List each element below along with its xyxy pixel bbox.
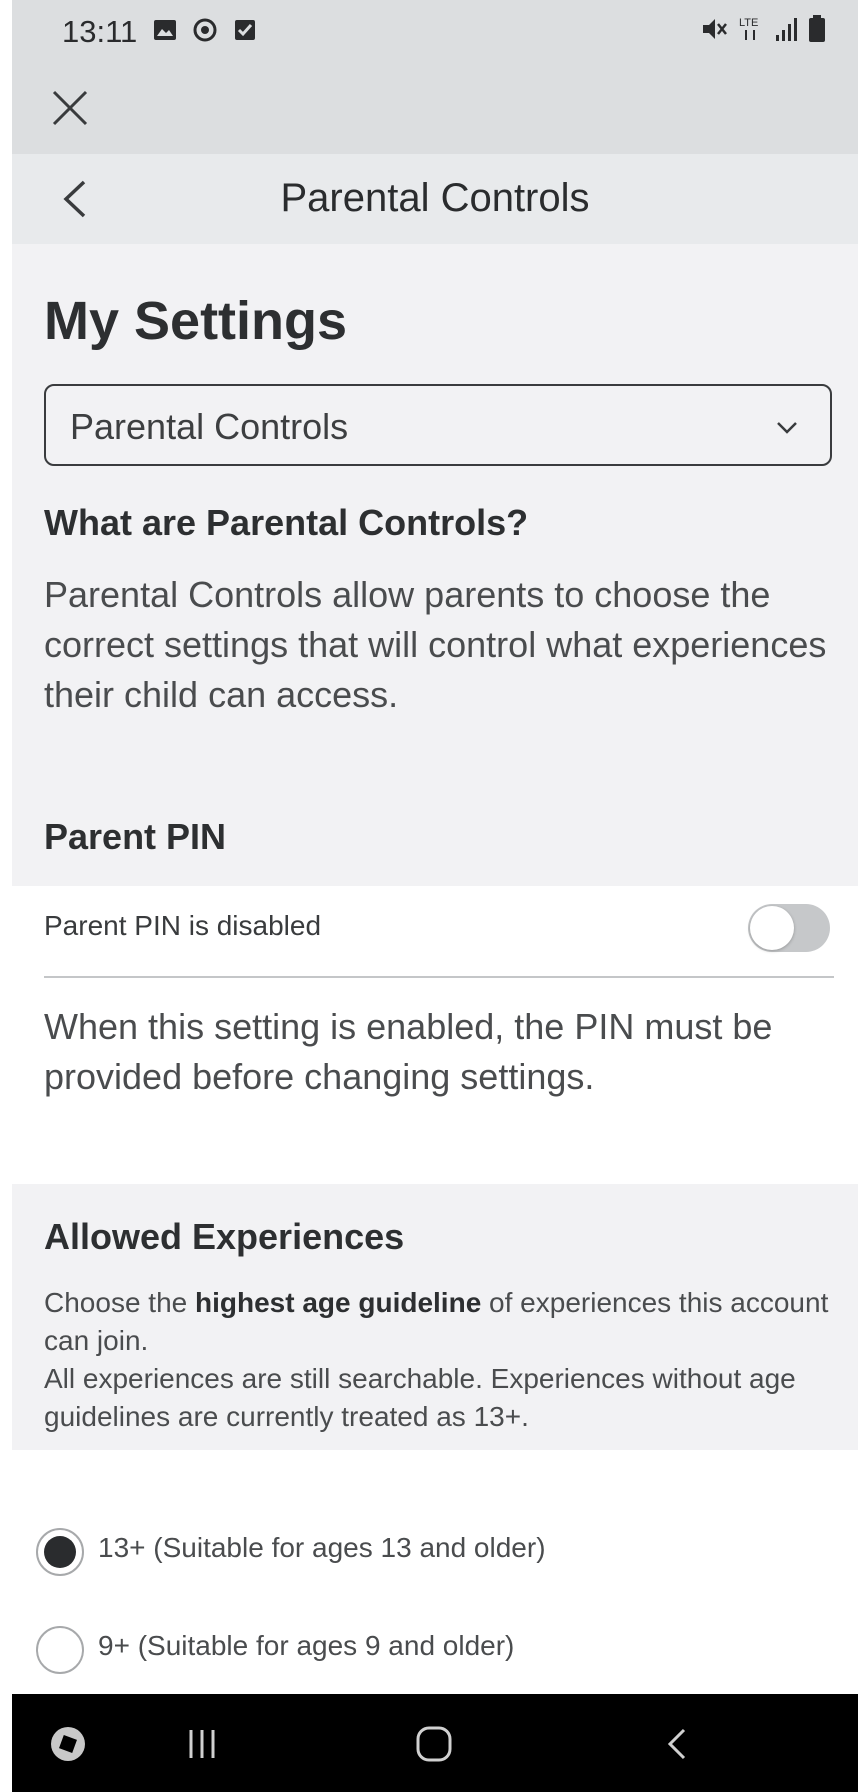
- page-title: My Settings: [44, 291, 348, 351]
- age-option-label: 13+ (Suitable for ages 13 and older): [98, 1532, 546, 1563]
- radio-selected[interactable]: [36, 1528, 84, 1576]
- image-icon: [154, 20, 176, 40]
- allowed-experiences-section: Allowed Experiences Choose the highest a…: [12, 1184, 858, 1450]
- sync-icon: [193, 18, 217, 42]
- parent-pin-label: Parent PIN is disabled: [44, 910, 322, 941]
- settings-intro-section: My Settings Parental Controls What are P…: [12, 244, 858, 886]
- battery-icon: [809, 15, 825, 42]
- age-option-9-plus[interactable]: 9+ (Suitable for ages 9 and older): [36, 1620, 826, 1680]
- recents-icon[interactable]: [180, 1722, 224, 1766]
- webview-toolbar: [12, 62, 858, 154]
- age-option-label: 9+ (Suitable for ages 9 and older): [98, 1630, 515, 1661]
- settings-category-select[interactable]: Parental Controls: [44, 384, 832, 466]
- desc-line2: All experiences are still searchable. Ex…: [44, 1363, 796, 1432]
- mute-icon: [703, 19, 727, 39]
- allowed-experiences-description: Choose the highest age guideline of expe…: [44, 1284, 834, 1436]
- status-bar: 13:11 LTE: [12, 0, 858, 62]
- home-icon[interactable]: [412, 1722, 456, 1766]
- age-options-list: 13+ (Suitable for ages 13 and older) 9+ …: [12, 1450, 858, 1694]
- header-title: Parental Controls: [280, 176, 590, 220]
- system-nav-bar: [12, 1694, 858, 1792]
- parent-pin-heading: Parent PIN: [44, 816, 227, 857]
- desc-prefix: Choose the: [44, 1287, 195, 1318]
- allowed-experiences-heading: Allowed Experiences: [44, 1216, 405, 1257]
- what-heading: What are Parental Controls?: [44, 502, 529, 543]
- signal-icon: [776, 18, 797, 41]
- svg-text:LTE: LTE: [739, 17, 758, 29]
- toggle-knob: [750, 906, 794, 950]
- chevron-down-icon: [777, 422, 797, 434]
- select-value: Parental Controls: [70, 406, 349, 447]
- divider: [44, 976, 834, 978]
- app-badge-icon[interactable]: [46, 1722, 90, 1766]
- checkbox-icon: [235, 20, 255, 40]
- app-frame: 13:11 LTE Parental Controls My Settings …: [12, 0, 858, 1792]
- radio-unselected[interactable]: [36, 1626, 84, 1674]
- status-time: 13:11: [62, 14, 138, 49]
- parent-pin-description: When this setting is enabled, the PIN mu…: [44, 1006, 773, 1097]
- close-icon[interactable]: [46, 84, 94, 132]
- parent-pin-section: Parent PIN is disabled When this setting…: [12, 886, 858, 1184]
- what-description: Parental Controls allow parents to choos…: [44, 574, 827, 715]
- status-icons-left: [152, 17, 258, 43]
- parent-pin-toggle[interactable]: [748, 904, 830, 952]
- page-header: Parental Controls: [12, 154, 858, 244]
- back-icon[interactable]: [656, 1722, 700, 1766]
- age-option-13-plus[interactable]: 13+ (Suitable for ages 13 and older): [36, 1522, 826, 1582]
- lte-icon: LTE: [739, 17, 758, 40]
- status-icons-right: LTE: [700, 14, 826, 44]
- desc-bold: highest age guideline: [195, 1287, 482, 1318]
